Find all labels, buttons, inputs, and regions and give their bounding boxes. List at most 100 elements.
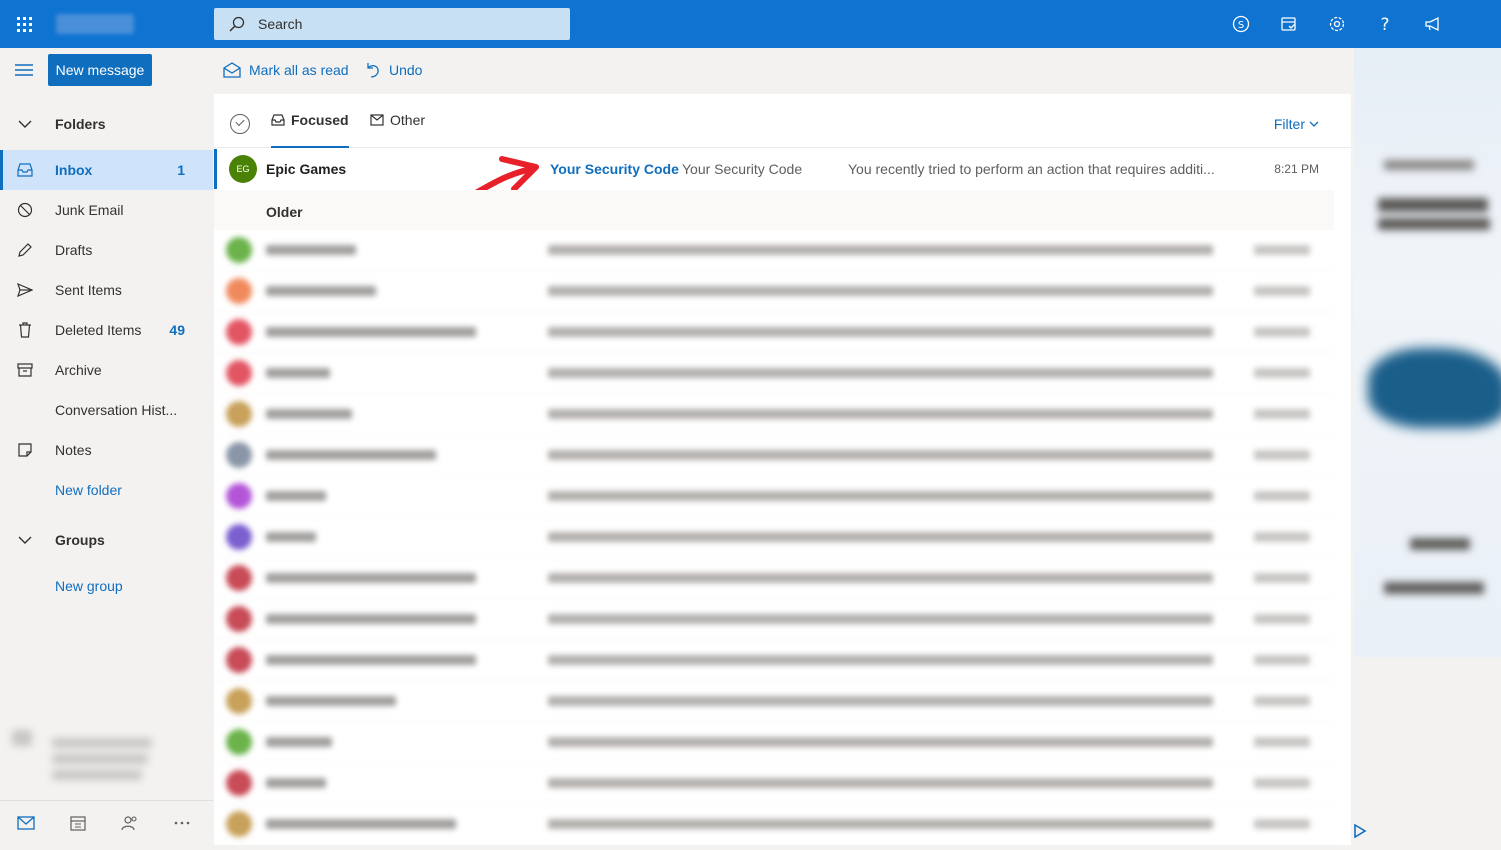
- groups-header[interactable]: Groups: [0, 520, 213, 560]
- sender-name-placeholder: [266, 737, 332, 747]
- message-preview-placeholder: [548, 655, 1213, 665]
- message-subject: Your Security Code: [550, 161, 679, 177]
- ad-choices-icon[interactable]: [1353, 823, 1369, 840]
- sender-avatar: [226, 278, 252, 304]
- search-icon: [228, 15, 246, 33]
- folders-header[interactable]: Folders: [0, 104, 213, 144]
- new-folder-label: New folder: [55, 482, 122, 498]
- settings-gear-icon[interactable]: [1313, 0, 1361, 48]
- message-date-placeholder: [1254, 245, 1310, 255]
- sender-avatar: [226, 237, 252, 263]
- sender-avatar: EG: [229, 155, 257, 183]
- message-preview-placeholder: [548, 409, 1213, 419]
- help-icon[interactable]: ?: [1361, 0, 1409, 48]
- app-brand-logo[interactable]: [56, 14, 134, 34]
- message-date-placeholder: [1254, 778, 1310, 788]
- sender-name-placeholder: [266, 368, 330, 378]
- select-all-checkbox[interactable]: [230, 114, 250, 134]
- module-switcher: [0, 800, 213, 845]
- older-section-band: [214, 190, 1334, 230]
- sender-name-placeholder: [266, 409, 352, 419]
- undo-button[interactable]: Undo: [365, 56, 422, 84]
- message-preview-placeholder: [548, 245, 1213, 255]
- sender-name-placeholder: [266, 245, 356, 255]
- list-item[interactable]: [214, 640, 1334, 681]
- sidebar-item-inbox[interactable]: Inbox 1: [0, 150, 213, 190]
- message-preview-placeholder: [548, 573, 1213, 583]
- message-date-placeholder: [1254, 696, 1310, 706]
- tab-focused[interactable]: Focused: [271, 112, 349, 148]
- feedback-megaphone-icon[interactable]: [1409, 0, 1457, 48]
- more-options-icon[interactable]: [156, 801, 208, 845]
- list-item[interactable]: [214, 476, 1334, 517]
- list-item[interactable]: [214, 681, 1334, 722]
- mark-all-read-button[interactable]: Mark all as read: [223, 56, 349, 84]
- list-item[interactable]: [214, 763, 1334, 804]
- list-item[interactable]: [214, 558, 1334, 599]
- list-item[interactable]: [214, 722, 1334, 763]
- tab-other[interactable]: Other: [370, 112, 425, 148]
- sender-avatar: [226, 606, 252, 632]
- message-date-placeholder: [1254, 409, 1310, 419]
- chevron-down-icon: [1309, 121, 1319, 127]
- svg-text:S: S: [1238, 20, 1244, 31]
- new-folder-link[interactable]: New folder: [0, 470, 213, 510]
- message-date-placeholder: [1254, 655, 1310, 665]
- message-preview-placeholder: [548, 368, 1213, 378]
- envelope-open-icon: [223, 62, 241, 78]
- undo-label: Undo: [389, 62, 423, 78]
- skype-icon[interactable]: S: [1217, 0, 1265, 48]
- storage-info-blurred: [12, 730, 162, 782]
- list-item[interactable]: [214, 517, 1334, 558]
- list-item[interactable]: [214, 804, 1334, 845]
- sidebar-item-conversation-history[interactable]: Conversation Hist...: [0, 390, 213, 430]
- message-preview-placeholder: [548, 450, 1213, 460]
- sender-name-placeholder: [266, 286, 376, 296]
- mail-icon[interactable]: [0, 801, 52, 845]
- sidebar-item-label: Deleted Items: [55, 322, 142, 338]
- app-launcher-icon[interactable]: [0, 0, 48, 48]
- message-preview-placeholder: [548, 819, 1213, 829]
- sidebar-item-deleted-items[interactable]: Deleted Items 49: [0, 310, 213, 350]
- message-time: 8:21 PM: [1274, 162, 1319, 176]
- message-row-epic-games[interactable]: EG Epic Games Your Security Code Your Se…: [214, 149, 1334, 189]
- my-day-icon[interactable]: [1265, 0, 1313, 48]
- message-preview-placeholder: [548, 614, 1213, 624]
- message-preview-placeholder: [548, 532, 1213, 542]
- sidebar-item-label: Archive: [55, 362, 102, 378]
- advertisement-panel[interactable]: [1354, 48, 1501, 657]
- people-icon[interactable]: [104, 801, 156, 845]
- list-item[interactable]: [214, 230, 1334, 271]
- list-item[interactable]: [214, 394, 1334, 435]
- list-item[interactable]: [214, 312, 1334, 353]
- folder-pane: Folders Inbox 1 Junk Email Drafts Sent I…: [0, 100, 213, 800]
- sidebar-item-archive[interactable]: Archive: [0, 350, 213, 390]
- sender-avatar: [226, 442, 252, 468]
- sender-avatar: [226, 524, 252, 550]
- message-date-placeholder: [1254, 532, 1310, 542]
- new-group-label: New group: [55, 578, 123, 594]
- filter-dropdown[interactable]: Filter: [1274, 116, 1319, 132]
- sidebar-item-notes[interactable]: Notes: [0, 430, 213, 470]
- list-item[interactable]: [214, 271, 1334, 312]
- message-preview-placeholder: [548, 737, 1213, 747]
- list-item[interactable]: [214, 435, 1334, 476]
- new-group-link[interactable]: New group: [0, 566, 213, 606]
- undo-icon: [367, 63, 379, 78]
- inbox-tabs-row: Focused Other Filter: [214, 94, 1351, 148]
- new-message-button[interactable]: New message: [48, 54, 152, 86]
- sidebar-item-sent-items[interactable]: Sent Items: [0, 270, 213, 310]
- hamburger-menu-icon[interactable]: [12, 58, 36, 82]
- search-input[interactable]: Search: [214, 8, 570, 40]
- list-item[interactable]: [214, 353, 1334, 394]
- chevron-down-icon: [16, 115, 34, 133]
- list-item[interactable]: [214, 599, 1334, 640]
- sender-name-placeholder: [266, 819, 456, 829]
- message-date-placeholder: [1254, 819, 1310, 829]
- message-date-placeholder: [1254, 737, 1310, 747]
- unread-count-badge: 49: [169, 322, 185, 338]
- sidebar-item-junk-email[interactable]: Junk Email: [0, 190, 213, 230]
- calendar-icon[interactable]: [52, 801, 104, 845]
- sender-name-placeholder: [266, 327, 476, 337]
- sidebar-item-drafts[interactable]: Drafts: [0, 230, 213, 270]
